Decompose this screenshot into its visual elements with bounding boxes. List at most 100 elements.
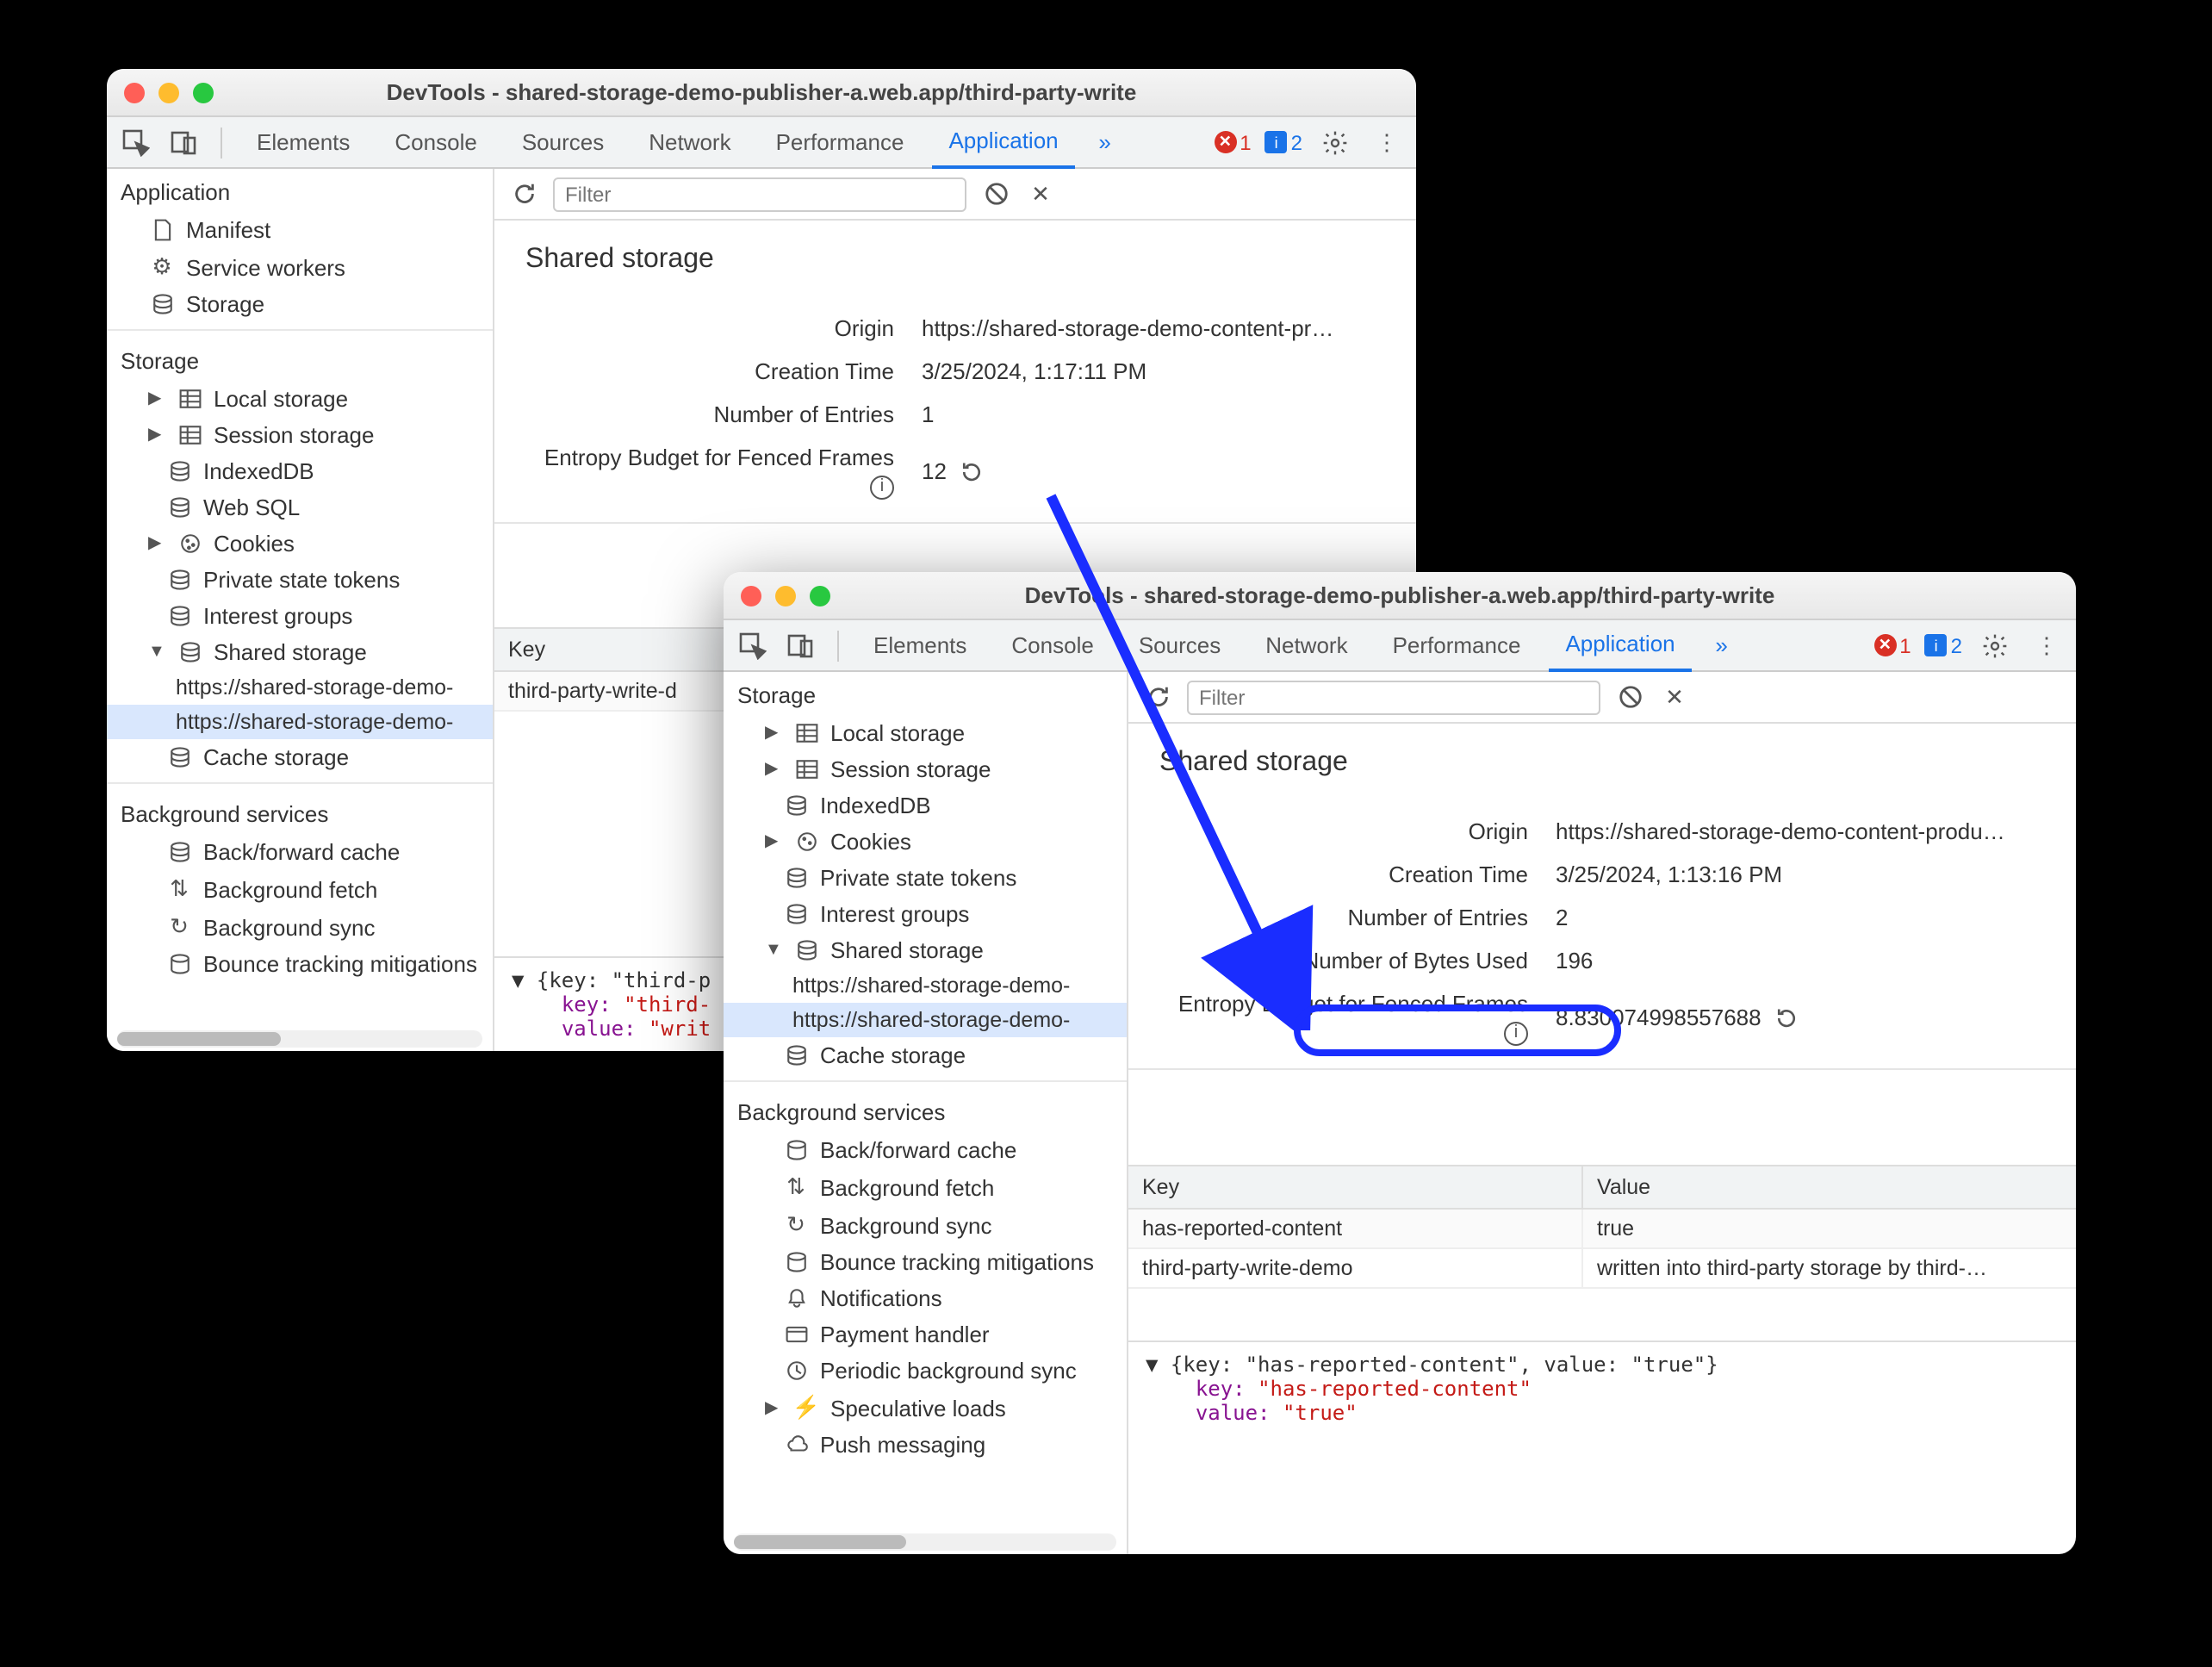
sidebar-item-bgfetch[interactable]: ⇅Background fetch xyxy=(724,1168,1127,1206)
minimize-icon[interactable] xyxy=(775,585,796,606)
chevron-down-icon[interactable]: ▼ xyxy=(148,643,165,662)
sidebar-shared-origin-selected[interactable]: https://shared-storage-demo- xyxy=(724,1003,1127,1037)
chevron-right-icon[interactable]: ▶ xyxy=(765,724,782,743)
refresh-icon: ↻ xyxy=(782,1211,810,1239)
sidebar-item-bgfetch[interactable]: ⇅Background fetch xyxy=(107,870,493,908)
settings-icon[interactable] xyxy=(1976,626,2014,664)
sidebar-item-payment[interactable]: Payment handler xyxy=(724,1316,1127,1353)
sidebar-item-bgsync[interactable]: ↻Background sync xyxy=(107,908,493,946)
close-icon[interactable] xyxy=(124,82,145,103)
sidebar-item-shared-storage[interactable]: ▼Shared storage xyxy=(107,634,493,670)
tab-elements[interactable]: Elements xyxy=(856,619,984,671)
sidebar-item-cache[interactable]: Cache storage xyxy=(107,739,493,775)
grid-key-header[interactable]: Key xyxy=(1128,1166,1583,1207)
sidebar-item-bfcache[interactable]: Back/forward cache xyxy=(107,834,493,870)
settings-icon[interactable] xyxy=(1316,123,1354,161)
sidebar-item-interest[interactable]: Interest groups xyxy=(724,896,1127,932)
chevron-right-icon[interactable]: ▶ xyxy=(148,534,165,553)
error-count[interactable]: ✕1 xyxy=(1214,130,1251,154)
sidebar-item-tokens[interactable]: Private state tokens xyxy=(107,562,493,598)
message-count[interactable]: i2 xyxy=(1265,130,1302,154)
inspect-icon[interactable] xyxy=(734,626,772,664)
sidebar-item-periodic[interactable]: Periodic background sync xyxy=(724,1353,1127,1389)
grid-value-header[interactable]: Value xyxy=(1583,1166,2076,1207)
zoom-icon[interactable] xyxy=(810,585,830,606)
info-icon[interactable]: i xyxy=(1504,1021,1528,1045)
tab-network[interactable]: Network xyxy=(1248,619,1364,671)
sidebar-item-storage[interactable]: Storage xyxy=(107,286,493,322)
more-tabs-icon[interactable]: » xyxy=(1703,626,1741,664)
refresh-icon[interactable] xyxy=(508,178,539,209)
reset-icon[interactable] xyxy=(1775,1006,1799,1030)
tab-application[interactable]: Application xyxy=(1548,619,1692,671)
sidebar-scrollbar[interactable] xyxy=(734,1533,1116,1551)
chevron-right-icon[interactable]: ▶ xyxy=(765,1398,782,1417)
chevron-right-icon[interactable]: ▶ xyxy=(148,389,165,408)
chevron-right-icon[interactable]: ▶ xyxy=(765,832,782,851)
device-icon[interactable] xyxy=(782,626,820,664)
sidebar-item-manifest[interactable]: Manifest xyxy=(107,212,493,248)
sidebar-item-interest[interactable]: Interest groups xyxy=(107,598,493,634)
sidebar-item-websql[interactable]: Web SQL xyxy=(107,489,493,526)
sidebar-item-service-workers[interactable]: ⚙Service workers xyxy=(107,248,493,286)
sidebar-item-local-storage[interactable]: ▶Local storage xyxy=(724,715,1127,751)
close-icon[interactable] xyxy=(741,585,761,606)
chevron-right-icon[interactable]: ▶ xyxy=(765,760,782,779)
tab-performance[interactable]: Performance xyxy=(1376,619,1538,671)
filter-input[interactable] xyxy=(1187,680,1600,714)
reset-icon[interactable] xyxy=(960,460,985,484)
sidebar-item-push[interactable]: Push messaging xyxy=(724,1427,1127,1463)
close-icon[interactable]: ✕ xyxy=(1659,681,1690,712)
chevron-right-icon[interactable]: ▶ xyxy=(148,426,165,445)
sidebar-item-local-storage[interactable]: ▶Local storage xyxy=(107,381,493,417)
sidebar-item-bfcache[interactable]: Back/forward cache xyxy=(724,1132,1127,1168)
tab-elements[interactable]: Elements xyxy=(239,116,367,168)
sidebar-item-indexeddb[interactable]: IndexedDB xyxy=(107,453,493,489)
sidebar-item-shared-storage[interactable]: ▼Shared storage xyxy=(724,932,1127,968)
sidebar-item-notifications[interactable]: Notifications xyxy=(724,1280,1127,1316)
tab-performance[interactable]: Performance xyxy=(759,116,922,168)
sidebar-item-session-storage[interactable]: ▶Session storage xyxy=(724,751,1127,787)
sidebar-item-session-storage[interactable]: ▶Session storage xyxy=(107,417,493,453)
message-count[interactable]: i2 xyxy=(1925,633,1962,657)
sidebar-item-tokens[interactable]: Private state tokens xyxy=(724,860,1127,896)
error-count[interactable]: ✕1 xyxy=(1873,633,1911,657)
tab-sources[interactable]: Sources xyxy=(505,116,621,168)
kebab-icon[interactable]: ⋮ xyxy=(1368,123,1406,161)
chevron-down-icon[interactable]: ▼ xyxy=(765,941,782,960)
table-row[interactable]: third-party-write-demowritten into third… xyxy=(1128,1248,2076,1288)
tab-console[interactable]: Console xyxy=(377,116,494,168)
separator xyxy=(837,630,839,661)
refresh-icon[interactable] xyxy=(1142,681,1173,712)
kebab-icon[interactable]: ⋮ xyxy=(2028,626,2066,664)
table-row[interactable]: has-reported-contenttrue xyxy=(1128,1209,2076,1248)
sidebar-scrollbar[interactable] xyxy=(117,1030,482,1048)
traffic-lights xyxy=(124,82,214,103)
zoom-icon[interactable] xyxy=(193,82,214,103)
filter-input[interactable] xyxy=(553,177,966,211)
inspect-icon[interactable] xyxy=(117,123,155,161)
more-tabs-icon[interactable]: » xyxy=(1086,123,1124,161)
sidebar-shared-origin-selected[interactable]: https://shared-storage-demo- xyxy=(107,705,493,739)
device-icon[interactable] xyxy=(165,123,203,161)
tab-application[interactable]: Application xyxy=(931,116,1075,168)
detail-line[interactable]: ▼ {key: "has-reported-content", value: "… xyxy=(1146,1352,2059,1376)
sidebar-item-bounce[interactable]: Bounce tracking mitigations xyxy=(724,1244,1127,1280)
sidebar-item-speculative[interactable]: ▶⚡Speculative loads xyxy=(724,1389,1127,1427)
clear-all-icon[interactable] xyxy=(980,178,1011,209)
close-icon[interactable]: ✕ xyxy=(1025,178,1056,209)
info-icon[interactable]: i xyxy=(870,475,894,499)
tab-sources[interactable]: Sources xyxy=(1122,619,1238,671)
sidebar-shared-origin[interactable]: https://shared-storage-demo- xyxy=(724,968,1127,1003)
sidebar-item-bgsync[interactable]: ↻Background sync xyxy=(724,1206,1127,1244)
sidebar-item-cookies[interactable]: ▶Cookies xyxy=(107,526,493,562)
sidebar-shared-origin[interactable]: https://shared-storage-demo- xyxy=(107,670,493,705)
minimize-icon[interactable] xyxy=(158,82,179,103)
sidebar-item-cache[interactable]: Cache storage xyxy=(724,1037,1127,1073)
tab-console[interactable]: Console xyxy=(994,619,1110,671)
sidebar-item-cookies[interactable]: ▶Cookies xyxy=(724,824,1127,860)
tab-network[interactable]: Network xyxy=(631,116,748,168)
clear-all-icon[interactable] xyxy=(1614,681,1645,712)
sidebar-item-indexeddb[interactable]: IndexedDB xyxy=(724,787,1127,824)
sidebar-item-bounce[interactable]: Bounce tracking mitigations xyxy=(107,946,493,982)
